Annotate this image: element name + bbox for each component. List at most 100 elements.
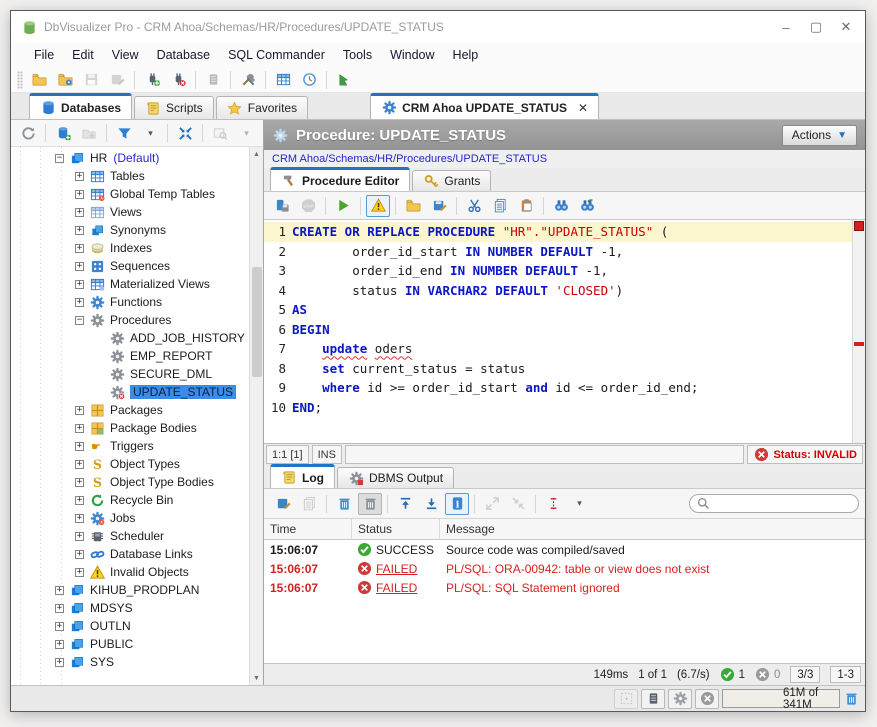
log-search-box[interactable] [689, 494, 859, 513]
history-clock-button[interactable] [297, 69, 321, 91]
expand-icon[interactable]: + [75, 406, 84, 415]
tree-item-secure-dml[interactable]: SECURE_DML [11, 365, 249, 383]
tree-item-scheduler[interactable]: +Scheduler [11, 527, 249, 545]
expand-icon[interactable]: + [75, 496, 84, 505]
expand-icon[interactable]: + [75, 550, 84, 559]
expand-icon[interactable]: + [75, 478, 84, 487]
paste-button[interactable] [514, 195, 538, 217]
find-button[interactable] [549, 195, 573, 217]
tree-item-object-type-bodies[interactable]: +SObject Type Bodies [11, 473, 249, 491]
log-row[interactable]: 15:06:07SUCCESSSource code was compiled/… [264, 540, 865, 559]
tab-log[interactable]: Log [270, 464, 335, 488]
layout-button[interactable] [614, 689, 638, 709]
tree-item-views[interactable]: +Views [11, 203, 249, 221]
tree-item-hr[interactable]: −HR(Default) [11, 149, 249, 167]
tree-item-package-bodies[interactable]: +Package Bodies [11, 419, 249, 437]
code-line[interactable]: 7 update oders [264, 339, 852, 359]
tree-item-update-status[interactable]: UPDATE_STATUS [11, 383, 249, 401]
tree-item-functions[interactable]: +Functions [11, 293, 249, 311]
scroll-top-button[interactable] [393, 493, 417, 515]
code-lines[interactable]: 1CREATE OR REPLACE PROCEDURE "HR"."UPDAT… [264, 220, 852, 443]
show-errors-button[interactable] [366, 195, 390, 217]
tab-grants[interactable]: Grants [412, 170, 491, 191]
expand-icon[interactable]: + [75, 226, 84, 235]
menu-item-edit[interactable]: Edit [63, 45, 103, 65]
toolbar-grip[interactable] [17, 71, 23, 89]
connections-monitor-button[interactable] [641, 689, 665, 709]
expand-icon[interactable]: + [75, 568, 84, 577]
garbage-collect-icon[interactable] [843, 691, 859, 707]
code-line[interactable]: 10END; [264, 398, 852, 418]
expand-icon[interactable]: + [55, 640, 64, 649]
tree-item-database-links[interactable]: +Database Links [11, 545, 249, 563]
expand-icon[interactable]: + [55, 604, 64, 613]
scroll-thumb[interactable] [252, 267, 262, 377]
memory-indicator[interactable]: 61M of 341M [722, 689, 840, 708]
error-overview-marker[interactable] [854, 221, 864, 231]
tools-button[interactable] [236, 69, 260, 91]
tree-item-public[interactable]: +PUBLIC [11, 635, 249, 653]
tab-scripts[interactable]: Scripts [134, 96, 214, 119]
doc-tab-close-icon[interactable]: ✕ [578, 101, 588, 115]
expand-icon[interactable]: + [55, 622, 64, 631]
menu-item-window[interactable]: Window [381, 45, 443, 65]
tree-scrollbar[interactable]: ▲ ▼ [249, 147, 263, 685]
tab-favorites[interactable]: Favorites [216, 96, 308, 119]
open-file-button[interactable] [401, 195, 425, 217]
close-button[interactable]: ✕ [831, 15, 861, 39]
info-button[interactable]: i [445, 493, 469, 515]
code-line[interactable]: 1CREATE OR REPLACE PROCEDURE "HR"."UPDAT… [264, 222, 852, 242]
tree-item-mdsys[interactable]: +MDSYS [11, 599, 249, 617]
column-header-status[interactable]: Status [352, 519, 440, 539]
refresh-button[interactable] [16, 122, 40, 144]
find-replace-button[interactable] [575, 195, 599, 217]
column-header-message[interactable]: Message [440, 519, 865, 539]
log-row[interactable]: 15:06:07FAILEDPL/SQL: ORA-00942: table o… [264, 559, 865, 578]
execute-button[interactable] [331, 195, 355, 217]
tree-item-materialized-views[interactable]: +Materialized Views [11, 275, 249, 293]
copy-button[interactable] [488, 195, 512, 217]
tree-item-invalid-objects[interactable]: +Invalid Objects [11, 563, 249, 581]
tree-item-indexes[interactable]: +Indexes [11, 239, 249, 257]
expand-icon[interactable]: + [75, 424, 84, 433]
menu-item-tools[interactable]: Tools [334, 45, 381, 65]
expand-icon[interactable]: + [75, 298, 84, 307]
open-folder-button[interactable] [27, 69, 51, 91]
code-line[interactable]: 3 order_id_end IN NUMBER DEFAULT -1, [264, 261, 852, 281]
menu-item-view[interactable]: View [103, 45, 148, 65]
doc-tab-crm-ahoa-update-status[interactable]: CRM Ahoa UPDATE_STATUS✕ [370, 93, 599, 119]
expand-icon[interactable]: + [55, 586, 64, 595]
tree-item-outln[interactable]: +OUTLN [11, 617, 249, 635]
expand-icon[interactable]: + [75, 280, 84, 289]
log-row[interactable]: 15:06:07FAILEDPL/SQL: SQL Statement igno… [264, 578, 865, 597]
tree-item-procedures[interactable]: −Procedures [11, 311, 249, 329]
menu-item-database[interactable]: Database [148, 45, 220, 65]
collapse-all-button[interactable] [173, 122, 197, 144]
export-log-button[interactable] [271, 493, 295, 515]
row-height-button[interactable] [541, 493, 565, 515]
close-connections-button[interactable] [695, 689, 719, 709]
code-line[interactable]: 6BEGIN [264, 320, 852, 340]
expand-icon[interactable]: + [75, 460, 84, 469]
code-line[interactable]: 5AS [264, 300, 852, 320]
code-line[interactable]: 9 where id >= order_id_start and id <= o… [264, 378, 852, 398]
column-header-time[interactable]: Time [264, 519, 352, 539]
expand-icon[interactable]: + [75, 532, 84, 541]
tree-item-packages[interactable]: +Packages [11, 401, 249, 419]
tree-item-global-temp-tables[interactable]: +Global Temp Tables [11, 185, 249, 203]
code-line[interactable]: 4 status IN VARCHAR2 DEFAULT 'CLOSED') [264, 281, 852, 301]
clear-on-execute-button[interactable] [358, 493, 382, 515]
menu-item-file[interactable]: File [25, 45, 63, 65]
expand-icon[interactable]: + [75, 442, 84, 451]
tree-item-emp-report[interactable]: EMP_REPORT [11, 347, 249, 365]
collapse-icon[interactable]: − [75, 316, 84, 325]
tree-item-object-types[interactable]: +SObject Types [11, 455, 249, 473]
expand-icon[interactable]: + [75, 514, 84, 523]
tree-item-jobs[interactable]: +Jobs [11, 509, 249, 527]
scroll-down-arrow[interactable]: ▼ [250, 671, 263, 685]
disconnect-button[interactable] [166, 69, 190, 91]
row-height-caret-button[interactable]: ▾ [567, 493, 591, 515]
menu-item-sql-commander[interactable]: SQL Commander [219, 45, 334, 65]
open-folder-settings-button[interactable] [53, 69, 77, 91]
collapse-icon[interactable]: − [55, 154, 64, 163]
